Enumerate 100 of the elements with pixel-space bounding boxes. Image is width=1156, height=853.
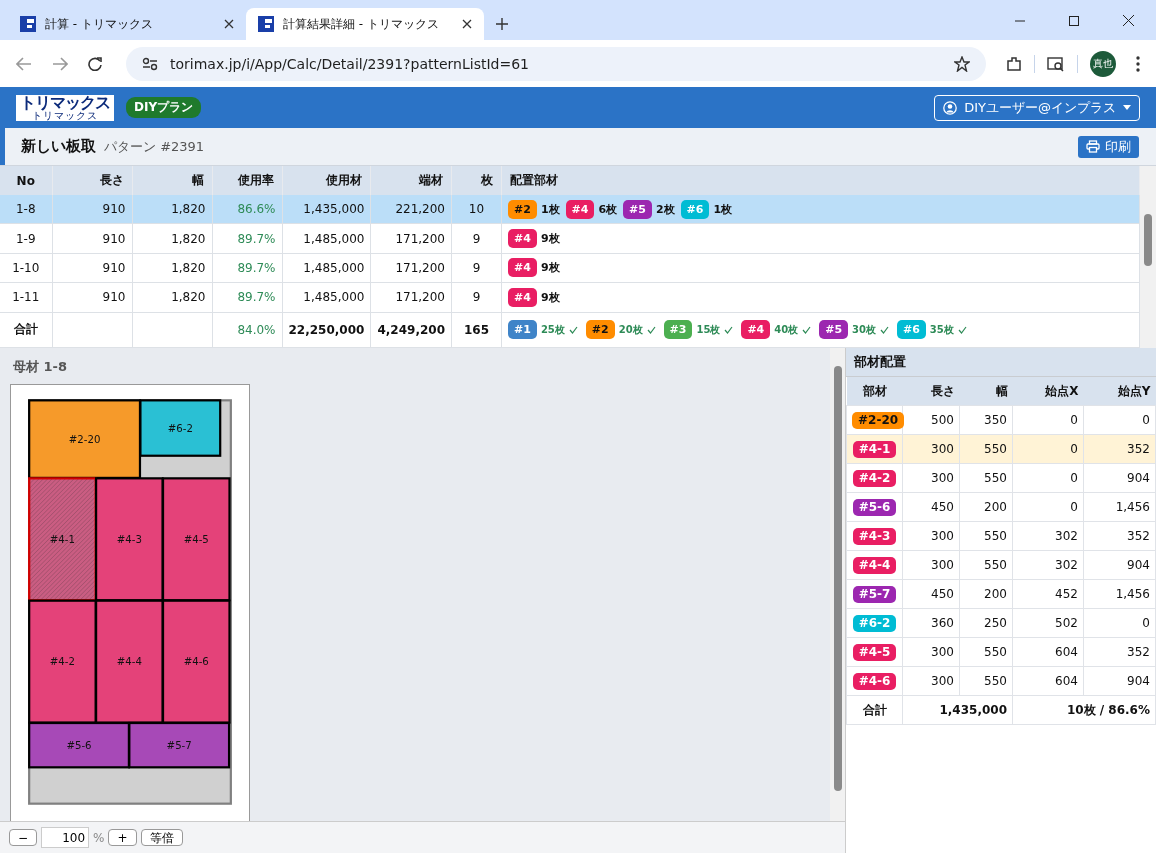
zoom-in-button[interactable]: + xyxy=(108,829,137,846)
part-tag: #2-20 xyxy=(852,411,905,429)
address-bar[interactable]: torimax.jp/i/App/Calc/Detail/2391?patternListId=61 xyxy=(126,46,986,81)
table-cell: 500 xyxy=(902,405,960,435)
quantity-text: 1枚 xyxy=(540,201,560,217)
maximize-icon[interactable] xyxy=(1069,16,1079,26)
reload-icon[interactable] xyxy=(88,56,102,71)
print-button[interactable]: 印刷 xyxy=(1078,135,1139,158)
table-cell: 171,200 xyxy=(370,223,452,254)
table-cell: 10 xyxy=(451,195,502,224)
plus-icon[interactable] xyxy=(496,18,508,30)
part-tag: #4 xyxy=(508,229,537,249)
table-cell: 604 xyxy=(1012,666,1084,696)
table-row[interactable]: #4-6 300 550 604 904 xyxy=(846,666,1156,696)
table-cell: 550 xyxy=(959,550,1013,580)
user-menu-button[interactable]: DIYユーザー@インプラス xyxy=(934,94,1140,121)
table-cell: 904 xyxy=(1083,666,1156,696)
table-row[interactable]: #5-7 450 200 452 1,456 xyxy=(846,579,1156,609)
quantity-text: 9枚 xyxy=(540,260,560,276)
table-cell: 360 xyxy=(902,608,960,638)
part-tag: #5-7 xyxy=(852,585,897,603)
reset-zoom-button[interactable]: 等倍 xyxy=(140,829,183,846)
part-tag: #4-1 xyxy=(852,440,897,458)
part-piece[interactable]: #4-6 xyxy=(161,599,231,724)
table-cell: 1,485,000 xyxy=(282,223,371,254)
menu-icon[interactable] xyxy=(1136,55,1140,72)
close-icon[interactable] xyxy=(224,19,234,29)
part-tag: #4 xyxy=(565,199,595,219)
column-header[interactable]: 配置部材 xyxy=(501,166,1140,195)
column-header[interactable]: 使用率 xyxy=(212,166,282,195)
table-row[interactable]: #4-2 300 550 0 904 xyxy=(846,463,1156,493)
column-header[interactable]: No xyxy=(0,166,52,195)
table-cell: 89.7% xyxy=(212,223,282,254)
part-piece[interactable]: #5-6 xyxy=(28,721,130,769)
part-piece[interactable]: #4-1 xyxy=(28,477,97,602)
column-header[interactable]: 枚 xyxy=(451,166,502,195)
part-tag: #6 xyxy=(897,320,926,340)
table-cell: 0 xyxy=(1083,608,1156,638)
table-row[interactable]: #4-4 300 550 302 904 xyxy=(846,550,1156,580)
column-header[interactable]: 長さ xyxy=(52,166,132,195)
panel-title: 部材配置 xyxy=(846,348,1156,377)
zoom-out-button[interactable]: − xyxy=(9,829,38,846)
part-tag: #5-6 xyxy=(852,498,897,516)
table-cell: 352 xyxy=(1083,637,1156,667)
column-header[interactable]: 端材 xyxy=(370,166,452,195)
part-piece[interactable]: #4-4 xyxy=(95,599,164,724)
close-icon[interactable] xyxy=(462,19,472,29)
plan-badge: DIYプラン xyxy=(126,97,202,118)
zoom-input[interactable]: 100 xyxy=(41,827,90,848)
column-header[interactable]: 幅 xyxy=(132,166,212,195)
table-row[interactable]: #4-3 300 550 302 352 xyxy=(846,521,1156,551)
table-row[interactable]: 1-11 910 1,820 89.7% 1,485,000 171,200 9 #4 9枚 xyxy=(0,282,1140,312)
close-icon[interactable] xyxy=(1123,15,1134,26)
table-cell: 904 xyxy=(1083,463,1156,493)
part-piece[interactable]: #5-7 xyxy=(128,721,231,769)
column-header[interactable]: 使用材 xyxy=(282,166,371,195)
table-cell: 300 xyxy=(902,521,960,551)
table-row[interactable]: #4-5 300 550 604 352 xyxy=(846,637,1156,667)
quantity-text: 35枚 xyxy=(929,322,954,337)
table-cell: 604 xyxy=(1012,637,1084,667)
extensions-icon[interactable] xyxy=(1006,55,1022,72)
search-icon[interactable] xyxy=(1047,55,1065,72)
star-icon[interactable] xyxy=(954,55,970,72)
part-tag: #5 xyxy=(819,320,849,340)
table-row[interactable]: #5-6 450 200 0 1,456 xyxy=(846,492,1156,522)
table-cell: 350 xyxy=(959,405,1013,435)
part-tag: #4 xyxy=(508,287,537,307)
part-piece[interactable]: #4-5 xyxy=(161,477,231,602)
table-row[interactable]: 1-9 910 1,820 89.7% 1,485,000 171,200 9 #4 9枚 xyxy=(0,223,1140,254)
table-cell: 89.7% xyxy=(212,253,282,283)
logo[interactable]: トリマックス トリマックス xyxy=(16,94,114,121)
site-settings-icon[interactable] xyxy=(142,56,158,71)
part-piece[interactable]: #4-3 xyxy=(95,477,164,602)
table-cell: 0 xyxy=(1012,405,1084,435)
quantity-text: 40枚 xyxy=(774,322,799,337)
table-cell: 22,250,000 xyxy=(282,312,371,348)
scrollbar[interactable] xyxy=(830,348,845,821)
part-piece[interactable]: #2-20 xyxy=(28,399,142,479)
forward-icon[interactable] xyxy=(52,56,68,71)
page-title: 新しい板取 xyxy=(21,137,96,156)
table-cell: 550 xyxy=(959,463,1013,493)
logo-icon xyxy=(258,16,274,32)
part-piece[interactable]: #4-2 xyxy=(28,599,97,724)
browser-tab[interactable]: 計算 - トリマックス xyxy=(8,8,246,40)
table-row[interactable]: #2-20 500 350 0 0 xyxy=(846,405,1156,435)
column-header: 始点Y xyxy=(1083,377,1156,406)
quantity-text: 30枚 xyxy=(852,322,876,337)
table-row[interactable]: 1-10 910 1,820 89.7% 1,485,000 171,200 9 #4 9枚 xyxy=(0,253,1140,283)
quantity-text: 25枚 xyxy=(540,322,565,337)
column-header: 幅 xyxy=(959,377,1013,406)
table-cell: 10枚 / 86.6% xyxy=(1012,695,1156,725)
part-piece[interactable]: #6-2 xyxy=(139,399,222,457)
table-row[interactable]: #6-2 360 250 502 0 xyxy=(846,608,1156,638)
browser-tab[interactable]: 計算結果詳細 - トリマックス xyxy=(246,8,484,40)
back-icon[interactable] xyxy=(16,56,32,71)
scrollbar[interactable] xyxy=(1140,166,1156,348)
profile-avatar[interactable]: 真也 xyxy=(1090,50,1116,77)
table-row[interactable]: #4-1 300 550 0 352 xyxy=(846,434,1156,464)
table-cell: 300 xyxy=(902,463,960,493)
column-header: 長さ xyxy=(902,377,960,406)
